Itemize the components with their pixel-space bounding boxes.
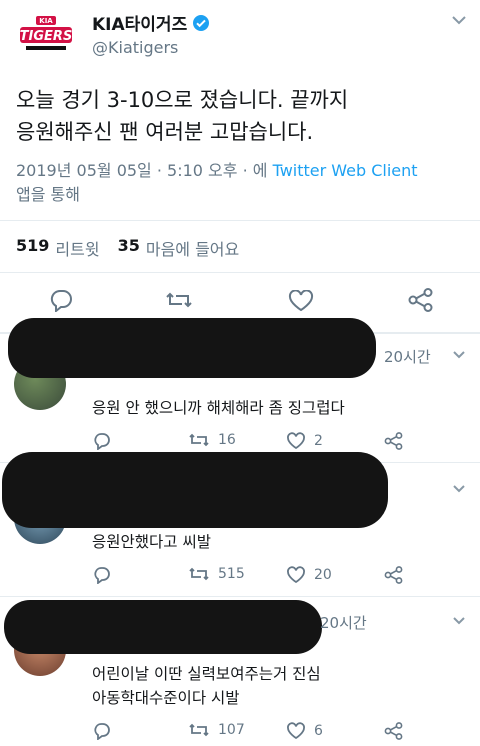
tweet-text-line: 응원해주신 팬 여러분 고맙습니다. [16,120,314,144]
reply-text: 어린이날 이딴 실력보여주는거 진심 아동학대수준이다 시발 [92,662,321,710]
reply-icon [92,432,112,450]
divider [0,596,480,597]
like-icon [286,722,306,740]
reply-action-reply[interactable] [92,722,112,740]
author-name-text: KIA타이거즈 [92,15,188,35]
reply-action-retweet[interactable]: 107 [188,722,245,738]
redaction-blob [2,452,388,528]
reply-icon [92,566,112,584]
tweet-text-line: 오늘 경기 3-10으로 졌습니다. 끝까지 [16,88,349,112]
chevron-down-icon[interactable] [452,616,466,626]
reply-action-share[interactable] [384,432,404,450]
like-count: 6 [314,723,323,739]
reply-action-reply[interactable] [92,432,112,450]
like-icon [286,432,306,450]
tweet-author-name[interactable]: KIA타이거즈 [92,10,210,35]
divider [0,272,480,273]
reply-action-share[interactable] [384,566,404,584]
redaction-blob [4,600,322,654]
reply-text: 응원안했다고 씨발 [92,533,212,551]
like-count: 20 [314,567,332,583]
retweet-icon[interactable] [164,290,194,310]
reply-text-line: 아동학대수준이다 시발 [92,689,240,707]
reply-time[interactable]: 20시간 [384,346,431,367]
tweet-source-link[interactable]: Twitter Web Client [273,161,418,180]
verified-badge-icon [192,14,210,32]
share-icon [384,722,404,740]
retweet-label[interactable]: 리트윗 [55,236,99,260]
reply-action-retweet[interactable]: 515 [188,566,245,582]
redaction-blob [8,318,376,378]
tweet-meta: 2019년 05월 05일 · 5:10 오후 · 에 Twitter Web … [16,159,466,207]
tweet-stats: 519 리트윗 35 마음에 들어요 [16,236,239,260]
reply-action-like[interactable]: 2 [286,432,323,450]
retweet-count: 515 [218,566,245,582]
svg-text:KIA: KIA [39,17,53,25]
tweet-author-handle[interactable]: @Kiatigers [92,38,178,57]
tweet-meta-suffix: 앱을 통해 [16,185,80,204]
reply-action-share[interactable] [384,722,404,740]
share-icon [384,432,404,450]
tweet-timestamp[interactable]: 2019년 05월 05일 · 5:10 오후 · 에 [16,161,267,180]
like-count: 2 [314,433,323,449]
divider [0,220,480,221]
like-count[interactable]: 35 [118,236,140,260]
share-icon [384,566,404,584]
like-icon [286,566,306,584]
reply-text: 응원 안 했으니까 해체해라 좀 징그럽다 [92,399,345,417]
share-icon[interactable] [408,288,434,312]
reply-action-reply[interactable] [92,566,112,584]
chevron-down-icon[interactable] [452,350,466,360]
tweet-text: 오늘 경기 3-10으로 졌습니다. 끝까지 응원해주신 팬 여러분 고맙습니다… [16,84,348,148]
reply-action-retweet[interactable]: 16 [188,432,236,448]
svg-text:TIGERS: TIGERS [20,29,73,44]
reply-action-like[interactable]: 20 [286,566,332,584]
reply-icon [92,722,112,740]
retweet-icon [188,722,210,738]
kia-tigers-logo-icon: KIA TIGERS [20,16,73,50]
retweet-icon [188,432,210,448]
like-icon[interactable] [288,290,314,312]
reply-action-like[interactable]: 6 [286,722,323,740]
retweet-count: 107 [218,722,245,738]
tweet-avatar[interactable]: KIA TIGERS [14,10,78,74]
chevron-down-icon[interactable] [452,484,466,494]
chevron-down-icon[interactable] [450,14,468,26]
retweet-count[interactable]: 519 [16,236,49,260]
retweet-count: 16 [218,432,236,448]
reply-time[interactable]: 20시간 [320,612,367,633]
reply-icon[interactable] [48,288,74,312]
retweet-icon [188,566,210,582]
like-label[interactable]: 마음에 들어요 [146,236,239,260]
reply-text-line: 어린이날 이딴 실력보여주는거 진심 [92,665,321,683]
